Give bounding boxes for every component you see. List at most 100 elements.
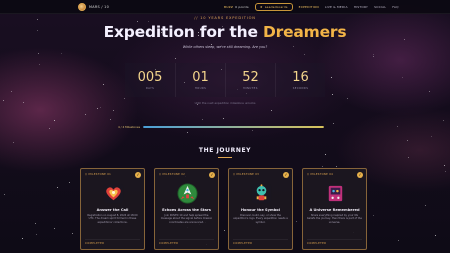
nav-link-faq[interactable]: FAQ [392, 5, 398, 9]
check-icon: ✓ [209, 172, 215, 178]
brand-logo-icon [78, 3, 86, 11]
card-tag: // MILESTONE 04 [307, 173, 334, 176]
nav-link-buzz-label: BUZZ [224, 5, 234, 9]
brand[interactable]: MARS / 10 [78, 3, 109, 11]
star [372, 54, 374, 56]
trophy-icon: ★ [259, 5, 263, 9]
countdown-days-value: 005 [137, 70, 163, 85]
star [57, 187, 59, 189]
star [321, 166, 323, 168]
milestone-card-2[interactable]: // MILESTONE 02 ✓ Echoes Across the Star… [154, 168, 219, 250]
countdown-days: 005 DAYS [125, 63, 175, 97]
star [35, 234, 37, 236]
star [109, 119, 111, 121]
countdown-hours: 01 HOURS [175, 63, 225, 97]
star [100, 106, 102, 108]
star [347, 97, 348, 99]
star [71, 233, 73, 235]
star [112, 109, 114, 111]
star [332, 122, 334, 124]
nav-link-live-media[interactable]: LIVE & MEDIA [325, 5, 348, 9]
star [35, 223, 37, 225]
star [123, 97, 125, 99]
star [325, 154, 327, 155]
countdown-minutes: 52 MINUTES [225, 63, 275, 97]
progress-track [143, 126, 324, 128]
star [442, 120, 444, 122]
heart-icon [103, 183, 124, 204]
star [186, 132, 188, 134]
star [303, 54, 305, 56]
nav-link-expedition[interactable]: EXPEDITION [299, 5, 319, 9]
star [372, 56, 374, 58]
star [398, 239, 400, 241]
star [38, 52, 40, 54]
nav-link-social[interactable]: SOCIAL [374, 5, 386, 9]
check-icon: ✓ [283, 172, 289, 178]
countdown-timer: 005 DAYS 01 HOURS 52 MINUTES 16 SECONDS [125, 63, 325, 97]
star [54, 119, 56, 121]
check-icon: ✓ [357, 172, 363, 178]
star [430, 136, 432, 138]
star [84, 113, 86, 115]
countdown-hours-label: HOURS [194, 87, 207, 90]
nav-link-buzz[interactable]: BUZZ 0 points [224, 5, 249, 9]
star [428, 91, 430, 93]
hero-eyebrow: // 10 YEARS EXPEDITION [194, 16, 256, 20]
page-title: Expedition for the Dreamers [0, 23, 450, 41]
star [13, 141, 14, 143]
star [174, 57, 176, 59]
star [69, 182, 71, 184]
star [3, 193, 5, 195]
countdown-seconds: 16 SECONDS [275, 63, 325, 97]
star [434, 234, 436, 236]
star [396, 126, 398, 128]
star [48, 127, 50, 129]
star [202, 118, 204, 120]
planet-ship-icon [177, 183, 198, 204]
countdown-seconds-value: 16 [292, 70, 309, 85]
star [444, 165, 446, 167]
star [148, 20, 150, 22]
card-divider [85, 239, 140, 240]
star [222, 118, 224, 120]
star [406, 139, 408, 141]
leaderboards-button[interactable]: ★ Leaderboards [254, 3, 293, 11]
arcade-icon [325, 183, 346, 204]
countdown-hours-value: 01 [192, 70, 209, 85]
milestone-card-4[interactable]: // MILESTONE 04 ✓ A Universe Remembered … [302, 168, 367, 250]
card-divider [233, 239, 288, 240]
title-accent: Dreamers [262, 23, 347, 41]
card-title: A Universe Remembered [309, 208, 360, 212]
card-divider [159, 239, 214, 240]
nav-links: BUZZ 0 points ★ Leaderboards EXPEDITION L… [224, 3, 399, 11]
check-icon: ✓ [135, 172, 141, 178]
star [444, 170, 446, 172]
star [251, 129, 253, 131]
nav-link-buzz-points: 0 points [235, 5, 249, 9]
star [270, 109, 272, 111]
star [407, 156, 409, 158]
card-status: COMPLETED [233, 242, 253, 245]
card-title: Answer the Call [96, 208, 129, 212]
section-divider [218, 157, 232, 158]
milestone-progress: 4 / 4 Milestones [118, 124, 324, 130]
card-status: COMPLETED [307, 242, 327, 245]
brand-name: MARS / 10 [89, 5, 110, 9]
star [22, 237, 24, 239]
star [38, 64, 40, 66]
milestone-cards: // MILESTONE 01 ✓ Answer the Call Regist… [80, 168, 370, 250]
nav-link-history[interactable]: HISTORY [354, 5, 368, 9]
milestone-card-1[interactable]: // MILESTONE 01 ✓ Answer the Call Regist… [80, 168, 145, 250]
star [103, 84, 105, 86]
star [402, 76, 404, 78]
card-divider [307, 239, 362, 240]
countdown-caption: Until the next expedition milestone unlo… [194, 101, 256, 105]
card-tag: // MILESTONE 03 [233, 173, 260, 176]
milestone-card-3[interactable]: // MILESTONE 03 ✓ Honour the Symbol Disc… [228, 168, 293, 250]
star [96, 107, 98, 109]
title-main: Expedition for the [103, 23, 263, 41]
card-status: COMPLETED [159, 242, 179, 245]
card-tag: // MILESTONE 02 [159, 173, 186, 176]
countdown-minutes-value: 52 [242, 70, 259, 85]
